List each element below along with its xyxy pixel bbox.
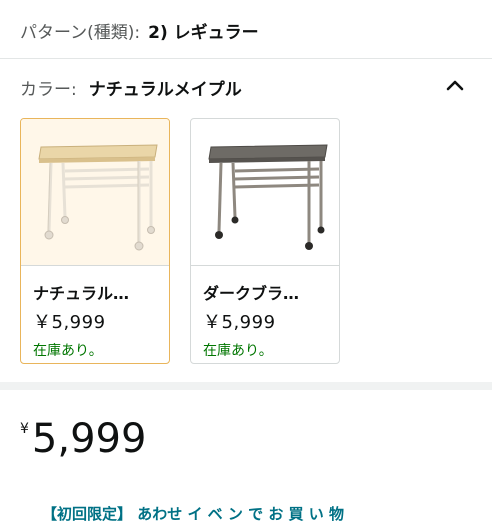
divider	[0, 58, 492, 59]
product-image-dark-brown	[191, 119, 339, 265]
color-option-dark-brown[interactable]: ダークブラ… ￥5,999 在庫あり。	[190, 118, 340, 364]
option-name: ナチュラル…	[33, 284, 130, 303]
color-option-natural[interactable]: ナチュラル… ￥5,999 在庫あり。	[20, 118, 170, 364]
product-image-natural	[21, 119, 169, 265]
price-amount: 5,999	[31, 416, 147, 462]
desk-image	[208, 144, 328, 250]
pattern-selector: パターン(種類): 2) レギュラー	[20, 14, 259, 46]
color-selector-header[interactable]: カラー: ナチュラルメイプル	[20, 72, 472, 102]
chevron-up-icon[interactable]	[444, 75, 466, 97]
option-stock: 在庫あり。	[33, 343, 103, 359]
product-price: ¥ 5,999	[20, 415, 146, 463]
desk-image	[38, 144, 158, 251]
color-label: カラー:	[20, 79, 77, 100]
promo-link[interactable]: 【初回限定】 あわせ イ ベ ン で お 買 い 物	[42, 503, 344, 524]
color-value: ナチュラルメイプル	[88, 79, 242, 100]
option-price: ￥5,999	[33, 312, 106, 333]
option-price: ￥5,999	[203, 312, 276, 333]
pattern-value: 2) レギュラー	[148, 22, 259, 43]
currency-symbol: ¥	[20, 421, 29, 437]
option-name: ダークブラ…	[203, 284, 300, 303]
section-separator	[0, 382, 492, 390]
option-info: ダークブラ… ￥5,999 在庫あり。	[191, 265, 339, 360]
option-info: ナチュラル… ￥5,999 在庫あり。	[21, 265, 169, 360]
pattern-label: パターン(種類):	[20, 22, 141, 43]
option-stock: 在庫あり。	[203, 343, 273, 359]
